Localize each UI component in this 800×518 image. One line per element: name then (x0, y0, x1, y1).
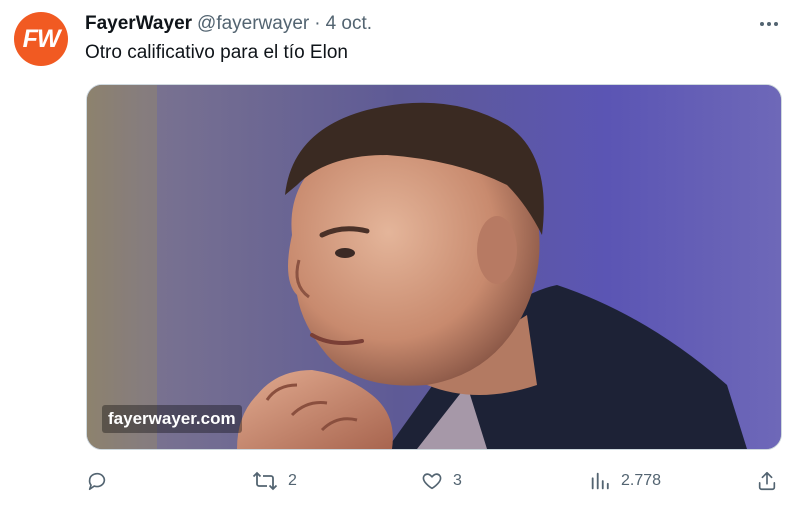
views-count: 2.778 (621, 472, 662, 489)
more-icon (760, 22, 764, 26)
share-button[interactable] (756, 464, 778, 498)
photo-illustration (87, 85, 781, 449)
like-button[interactable]: 3 (421, 464, 462, 498)
avatar-logo-text: FW (22, 24, 61, 53)
like-icon (422, 473, 442, 490)
views-icon (591, 472, 609, 490)
more-icon-dot (767, 22, 771, 26)
retweet-icon (252, 471, 278, 491)
retweet-count: 2 (288, 472, 297, 489)
photo-watermark: fayerwayer.com (102, 405, 242, 433)
more-options-button[interactable] (752, 10, 786, 38)
like-count: 3 (453, 472, 462, 489)
views-button[interactable]: 2.778 (589, 464, 661, 498)
reply-icon (88, 472, 106, 491)
tweet-date[interactable]: 4 oct. (326, 13, 372, 35)
more-icon-dot (774, 22, 778, 26)
retweet-button[interactable]: 2 (252, 464, 297, 498)
tweet-text: Otro calificativo para el tío Elon (85, 42, 348, 63)
tweet-header: FayerWayer @fayerwayer · 4 oct. (85, 12, 372, 36)
tweet: FW FayerWayer @fayerwayer · 4 oct. Otro … (0, 0, 800, 518)
tweet-photo[interactable] (86, 84, 782, 450)
author-name[interactable]: FayerWayer (85, 13, 192, 35)
share-icon (758, 471, 776, 491)
separator-dot: · (314, 13, 321, 34)
reply-button[interactable] (86, 464, 118, 498)
avatar[interactable]: FW (14, 12, 68, 66)
author-handle[interactable]: @fayerwayer (197, 13, 309, 35)
tweet-actions: 2 3 2.778 (0, 464, 800, 498)
